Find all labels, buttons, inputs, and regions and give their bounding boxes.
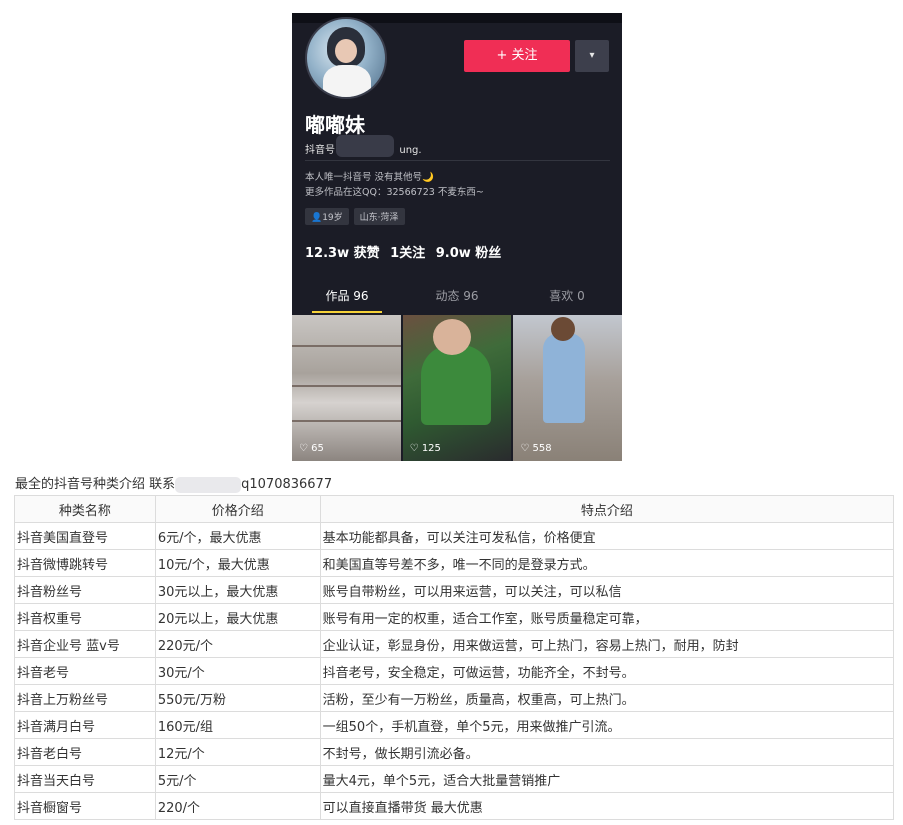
- feature-cell: 企业认证，彰显身份，用来做运营，可上热门，容易上热门，耐用，防封: [319, 630, 895, 658]
- account-type-cell: 抖音企业号 蓝v号: [14, 630, 156, 658]
- video-thumbnail[interactable]: ♡ 65: [292, 315, 401, 461]
- feature-cell: 不封号，做长期引流必备。: [319, 738, 895, 766]
- blur-mask: [336, 135, 394, 157]
- follow-button[interactable]: + 关注: [464, 40, 570, 72]
- table-heading: 最全的抖音号种类介绍 联系 q1070836677: [15, 476, 333, 493]
- feature-cell: 账号自带粉丝，可以用来运营，可以关注，可以私信: [319, 576, 895, 604]
- profile-tabs: 作品 96 动态 96 喜欢 0: [292, 283, 622, 313]
- feature-cell: 活粉，至少有一万粉丝，质量高，权重高，可上热门。: [319, 684, 895, 712]
- account-type-cell: 抖音当天白号: [14, 765, 156, 793]
- video-likes: ♡ 65: [299, 443, 324, 454]
- price-cell: 5元/个: [154, 765, 321, 793]
- feature-cell: 可以直接直播带货 最大优惠: [319, 792, 895, 820]
- account-type-cell: 抖音微博跳转号: [14, 549, 156, 577]
- account-type-cell: 抖音粉丝号: [14, 576, 156, 604]
- tab-works[interactable]: 作品 96: [292, 283, 402, 313]
- column-header: 价格介绍: [154, 495, 321, 523]
- likes-count: 12.3w 获赞: [305, 246, 380, 261]
- feature-cell: 量大4元，单个5元，适合大批量营销推广: [319, 765, 895, 793]
- table-row: 抖音老号 30元/个 抖音老号，安全稳定，可做运营，功能齐全，不封号。: [14, 657, 895, 685]
- price-cell: 12元/个: [154, 738, 321, 766]
- blur-mask: [175, 476, 242, 493]
- account-type-cell: 抖音橱窗号: [14, 792, 156, 820]
- account-type-cell: 抖音上万粉丝号: [14, 684, 156, 712]
- profile-screenshot: + 关注 ▾ 嘟嘟妹 抖音号 ung. 本人唯一抖音号 没有其他号🌙 更多作品在…: [292, 13, 622, 461]
- tab-dynamics[interactable]: 动态 96: [402, 283, 512, 313]
- price-cell: 160元/组: [154, 711, 321, 739]
- account-type-cell: 抖音老白号: [14, 738, 156, 766]
- feature-cell: 一组50个，手机直登，单个5元，用来做推广引流。: [319, 711, 895, 739]
- following-count[interactable]: 1关注: [390, 246, 425, 261]
- avatar[interactable]: [305, 17, 387, 99]
- account-type-cell: 抖音老号: [14, 657, 156, 685]
- price-cell: 220元/个: [154, 630, 321, 658]
- account-type-cell: 抖音权重号: [14, 603, 156, 631]
- column-header: 种类名称: [14, 495, 156, 523]
- table-row: 抖音当天白号 5元/个 量大4元，单个5元，适合大批量营销推广: [14, 765, 895, 793]
- feature-cell: 抖音老号，安全稳定，可做运营，功能齐全，不封号。: [319, 657, 895, 685]
- price-cell: 6元/个，最大优惠: [154, 522, 321, 550]
- account-price-table: 种类名称 价格介绍 特点介绍 抖音美国直登号 6元/个，最大优惠 基本功能都具备，可…: [14, 495, 895, 820]
- table-row: 抖音橱窗号 220/个 可以直接直播带货 最大优惠: [14, 792, 895, 820]
- tab-likes[interactable]: 喜欢 0: [512, 283, 622, 313]
- feature-cell: 基本功能都具备，可以关注可发私信，价格便宜: [319, 522, 895, 550]
- price-cell: 220/个: [154, 792, 321, 820]
- table-row: 抖音美国直登号 6元/个，最大优惠 基本功能都具备，可以关注可发私信，价格便宜: [14, 522, 895, 550]
- table-row: 抖音满月白号 160元/组 一组50个，手机直登，单个5元，用来做推广引流。: [14, 711, 895, 739]
- table-row: 抖音权重号 20元以上，最大优惠 账号有用一定的权重，适合工作室，账号质量稳定可靠，: [14, 603, 895, 631]
- video-thumbnail[interactable]: ♡ 558: [513, 315, 622, 461]
- tab-indicator: [312, 311, 382, 313]
- location-tag: 山东·菏泽: [353, 208, 405, 225]
- table-header-row: 种类名称 价格介绍 特点介绍: [14, 495, 895, 523]
- bio: 本人唯一抖音号 没有其他号🌙 更多作品在这QQ：32566723 不麦东西~: [305, 170, 484, 200]
- feature-cell: 账号有用一定的权重，适合工作室，账号质量稳定可靠，: [319, 603, 895, 631]
- divider: [305, 160, 610, 161]
- table-row: 抖音微博跳转号 10元/个，最大优惠 和美国直等号差不多，唯一不同的是登录方式。: [14, 549, 895, 577]
- video-grid: ♡ 65 ♡ 125 ♡ 558: [292, 315, 622, 461]
- price-cell: 20元以上，最大优惠: [154, 603, 321, 631]
- account-type-cell: 抖音满月白号: [14, 711, 156, 739]
- video-likes: ♡ 125: [409, 443, 441, 454]
- bio-line: 本人唯一抖音号 没有其他号🌙: [305, 172, 434, 183]
- feature-cell: 和美国直等号差不多，唯一不同的是登录方式。: [319, 549, 895, 577]
- price-cell: 30元以上，最大优惠: [154, 576, 321, 604]
- price-cell: 550元/万粉: [154, 684, 321, 712]
- price-cell: 30元/个: [154, 657, 321, 685]
- chevron-down-icon: ▾: [589, 50, 595, 61]
- video-thumbnail[interactable]: ♡ 125: [402, 315, 512, 461]
- price-cell: 10元/个，最大优惠: [154, 549, 321, 577]
- video-likes: ♡ 558: [520, 443, 552, 454]
- more-dropdown-button[interactable]: ▾: [575, 40, 609, 72]
- table-row: 抖音上万粉丝号 550元/万粉 活粉，至少有一万粉丝，质量高，权重高，可上热门。: [14, 684, 895, 712]
- nickname: 嘟嘟妹: [305, 113, 365, 137]
- table-row: 抖音企业号 蓝v号 220元/个 企业认证，彰显身份，用来做运营，可上热门，容易上热…: [14, 630, 895, 658]
- fans-count[interactable]: 9.0w 粉丝: [436, 246, 502, 261]
- table-row: 抖音粉丝号 30元以上，最大优惠 账号自带粉丝，可以用来运营，可以关注，可以私信: [14, 576, 895, 604]
- profile-tags: 👤19岁 山东·菏泽: [305, 208, 405, 225]
- table-row: 抖音老白号 12元/个 不封号，做长期引流必备。: [14, 738, 895, 766]
- bio-line: 更多作品在这QQ：32566723 不麦东西~: [305, 187, 484, 198]
- age-tag: 👤19岁: [305, 208, 349, 225]
- profile-stats: 12.3w 获赞 1关注 9.0w 粉丝: [305, 242, 507, 261]
- column-header: 特点介绍: [319, 495, 895, 523]
- account-type-cell: 抖音美国直登号: [14, 522, 156, 550]
